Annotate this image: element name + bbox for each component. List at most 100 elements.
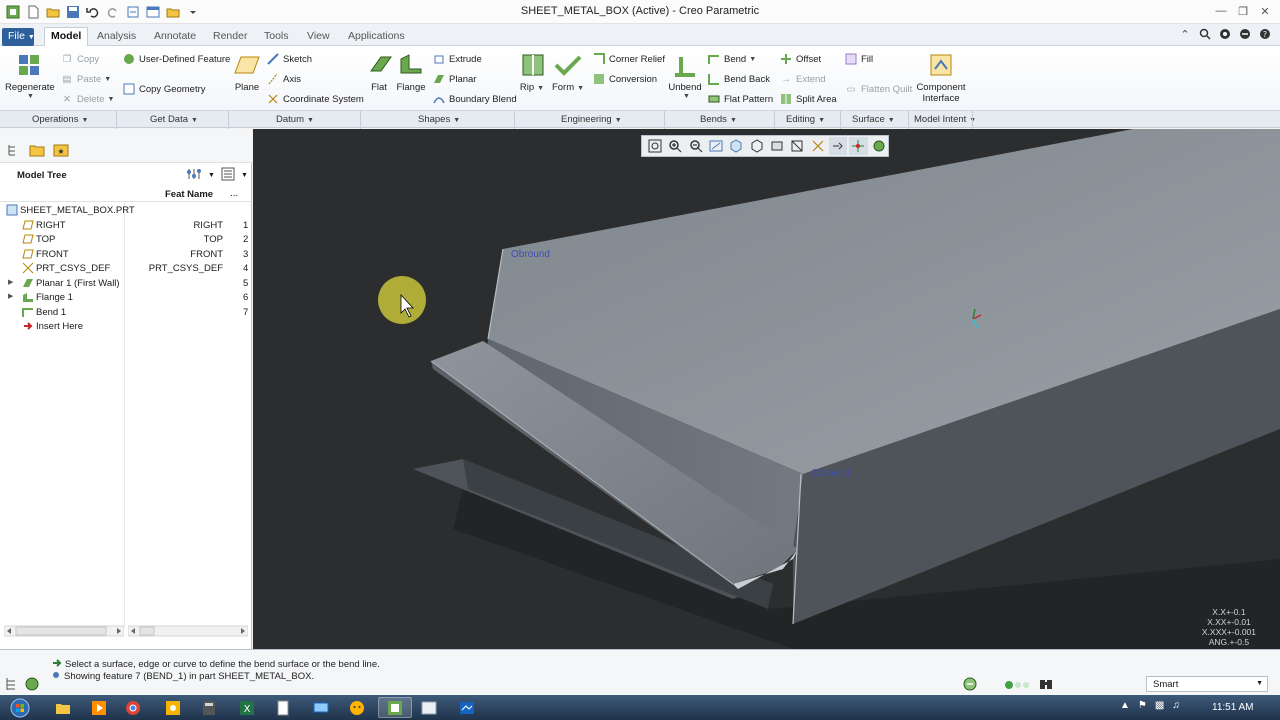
component-interface-button[interactable]: Component Interface xyxy=(914,50,968,104)
taskbar-explorer-icon[interactable] xyxy=(46,697,80,718)
tray-volume-icon[interactable]: ♫ xyxy=(1172,700,1180,711)
zoom-out-icon[interactable] xyxy=(687,137,705,155)
taskbar-app-icon[interactable] xyxy=(450,697,484,718)
collapse-ribbon-icon[interactable]: ⌃ xyxy=(1178,27,1192,41)
tree-item-planar-1[interactable]: ▶ Planar 1 (First Wall) 5 xyxy=(0,277,252,291)
view-manager-icon[interactable] xyxy=(768,137,786,155)
planar-button[interactable]: Planar xyxy=(432,72,476,86)
start-button[interactable] xyxy=(2,697,38,718)
taskbar-messenger-icon[interactable] xyxy=(340,697,374,718)
tree-horizontal-scrollbar-left[interactable] xyxy=(3,625,125,637)
settings-icon[interactable] xyxy=(1238,27,1252,41)
selection-filter-dropdown[interactable]: Smart ▼ xyxy=(1146,676,1268,692)
community-icon[interactable] xyxy=(1218,27,1232,41)
tab-view[interactable]: View xyxy=(301,28,336,46)
tree-item-root[interactable]: SHEET_METAL_BOX.PRT xyxy=(0,204,252,218)
taskbar-display-icon[interactable] xyxy=(304,697,338,718)
regenerate-button[interactable]: Regenerate ▼ xyxy=(5,50,55,100)
datum-display-icon[interactable] xyxy=(809,137,827,155)
model-tree-tab-icon[interactable] xyxy=(4,141,22,159)
rip-button[interactable]: Rip ▼ xyxy=(518,50,546,93)
refit-icon[interactable] xyxy=(646,137,664,155)
tray-network-icon[interactable]: ▩ xyxy=(1155,700,1164,711)
taskbar-excel-icon[interactable]: X xyxy=(230,697,264,718)
plane-button[interactable]: Plane xyxy=(232,50,262,93)
expand-arrow-icon[interactable]: ▶ xyxy=(8,292,13,300)
taskbar-clock[interactable]: 11:51 AM xyxy=(1212,702,1254,713)
tree-item-bend-1[interactable]: Bend 1 7 xyxy=(0,306,252,320)
conversion-button[interactable]: Conversion xyxy=(592,72,657,86)
bend-button[interactable]: Bend ▼ xyxy=(707,52,756,66)
group-operations[interactable]: Operations ▼ xyxy=(32,114,88,125)
bend-back-button[interactable]: Bend Back xyxy=(707,72,770,86)
tree-item-flange-1[interactable]: ▶ Flange 1 6 xyxy=(0,291,252,305)
annotation-display-icon[interactable] xyxy=(828,137,848,155)
taskbar-creo-icon[interactable] xyxy=(378,697,412,718)
group-editing[interactable]: Editing ▼ xyxy=(786,114,825,125)
coordinate-system-button[interactable]: Coordinate System xyxy=(266,92,364,106)
tab-annotate[interactable]: Annotate xyxy=(148,28,202,46)
saved-orientations-icon[interactable] xyxy=(748,137,766,155)
group-engineering[interactable]: Engineering ▼ xyxy=(561,114,622,125)
folder-browser-icon[interactable] xyxy=(28,141,46,159)
render-mode-icon[interactable] xyxy=(870,137,888,155)
tree-horizontal-scrollbar-right[interactable] xyxy=(127,625,249,637)
tab-render[interactable]: Render xyxy=(207,28,253,46)
paste-button[interactable]: ▤ Paste ▼ xyxy=(60,72,112,86)
help-icon[interactable]: ? xyxy=(1258,27,1272,41)
group-surface[interactable]: Surface ▼ xyxy=(852,114,895,125)
fill-button[interactable]: Fill xyxy=(844,52,873,66)
taskbar-outlook-icon[interactable] xyxy=(156,697,190,718)
split-area-button[interactable]: Split Area xyxy=(779,92,837,106)
tree-settings-icon[interactable] xyxy=(186,167,202,184)
regen-status-icon[interactable] xyxy=(962,676,978,695)
unbend-button[interactable]: Unbend ▼ xyxy=(668,50,702,100)
more-columns-button[interactable]: ... xyxy=(230,188,238,199)
tree-item-front[interactable]: FRONT FRONT 3 xyxy=(0,248,252,262)
find-icon[interactable] xyxy=(1038,676,1054,695)
zoom-in-icon[interactable] xyxy=(666,137,684,155)
minimize-icon[interactable]: — xyxy=(1210,2,1232,20)
tree-settings-dropdown-icon[interactable]: ▼ xyxy=(208,172,215,179)
perspective-icon[interactable] xyxy=(788,137,806,155)
tree-columns-dropdown-icon[interactable]: ▼ xyxy=(241,172,248,179)
tray-expand-icon[interactable]: ▲ xyxy=(1120,700,1130,711)
corner-relief-button[interactable]: Corner Relief xyxy=(592,52,665,66)
group-datum[interactable]: Datum ▼ xyxy=(276,114,314,125)
taskbar-window-icon[interactable] xyxy=(412,697,446,718)
show-browser-icon[interactable] xyxy=(24,676,40,695)
flat-button[interactable]: Flat xyxy=(366,50,392,93)
extend-button[interactable]: → Extend xyxy=(779,72,825,86)
copy-button[interactable]: ❐ Copy xyxy=(60,52,99,66)
group-shapes[interactable]: Shapes ▼ xyxy=(418,114,460,125)
search-icon[interactable] xyxy=(1198,27,1212,41)
flange-button[interactable]: Flange xyxy=(396,50,426,93)
tab-file[interactable]: File ▼ xyxy=(2,28,35,46)
tree-item-csys[interactable]: PRT_CSYS_DEF PRT_CSYS_DEF 4 xyxy=(0,262,252,276)
tab-applications[interactable]: Applications xyxy=(342,28,411,46)
tab-tools[interactable]: Tools xyxy=(258,28,295,46)
display-style-icon[interactable] xyxy=(727,137,745,155)
tray-flag-icon[interactable]: ⚑ xyxy=(1138,700,1147,711)
spin-center-icon[interactable] xyxy=(849,137,868,155)
tab-model[interactable]: Model xyxy=(44,27,89,47)
offset-button[interactable]: Offset xyxy=(779,52,821,66)
group-model-intent[interactable]: Model Intent▼ xyxy=(914,114,976,125)
flat-pattern-button[interactable]: Flat Pattern xyxy=(707,92,773,106)
tab-analysis[interactable]: Analysis xyxy=(91,28,142,46)
close-icon[interactable]: ✕ xyxy=(1254,2,1276,20)
expand-arrow-icon[interactable]: ▶ xyxy=(8,278,13,286)
tree-item-top[interactable]: TOP TOP 2 xyxy=(0,233,252,247)
taskbar-media-icon[interactable] xyxy=(82,697,116,718)
taskbar-calculator-icon[interactable] xyxy=(192,697,226,718)
group-get-data[interactable]: Get Data ▼ xyxy=(150,114,198,125)
tree-item-right[interactable]: RIGHT RIGHT 1 xyxy=(0,219,252,233)
form-button[interactable]: Form ▼ xyxy=(550,50,586,93)
show-navigator-icon[interactable] xyxy=(4,676,20,695)
sketch-button[interactable]: Sketch xyxy=(266,52,312,66)
graphics-window[interactable]: Obround Obround X.X+-0.1 X.XX+-0.01 X.XX… xyxy=(253,129,1280,649)
extrude-button[interactable]: Extrude xyxy=(432,52,482,66)
flatten-quilt-button[interactable]: ▭ Flatten Quilt xyxy=(844,82,913,96)
user-defined-feature-button[interactable]: User-Defined Feature xyxy=(122,52,230,66)
group-bends[interactable]: Bends ▼ xyxy=(700,114,737,125)
